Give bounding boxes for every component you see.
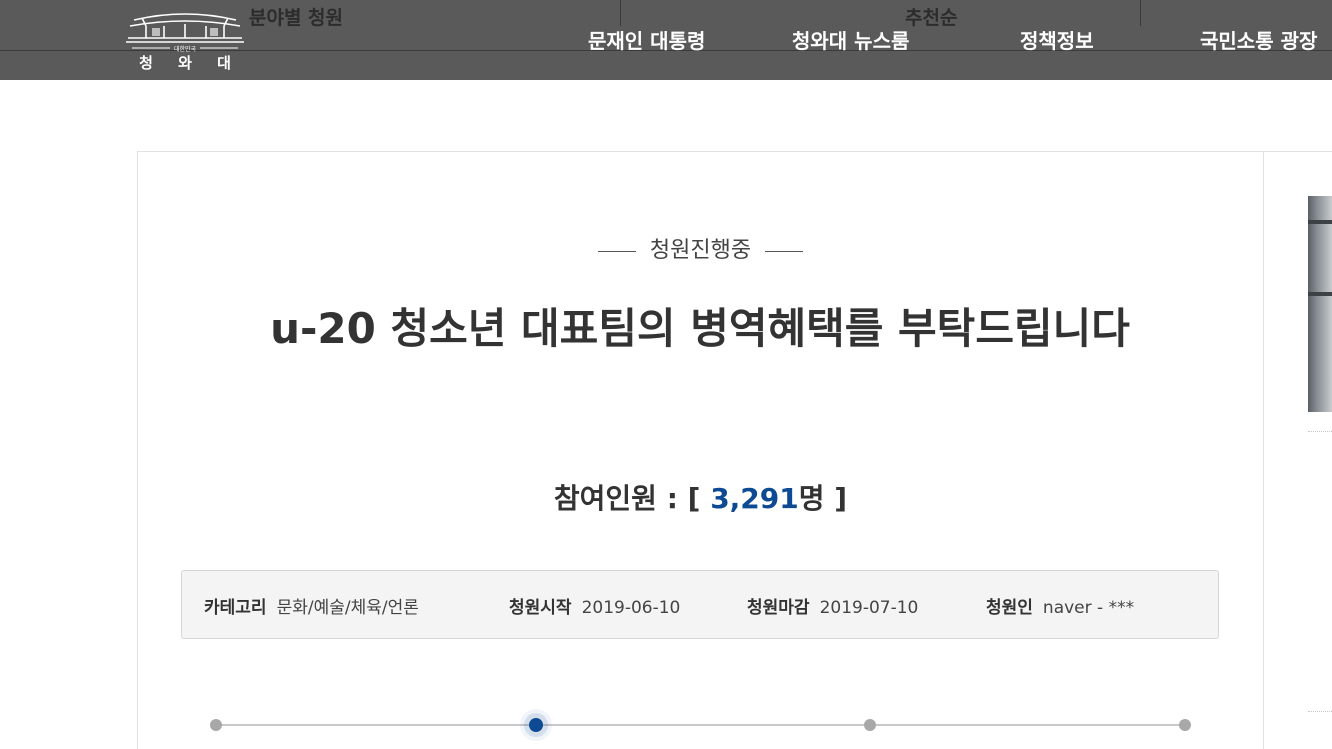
side-banner-image[interactable] [1308, 196, 1332, 412]
participant-count: 참여인원 : [ 3,291명 ] [138, 477, 1263, 517]
top-header: 분야별 청원 추천순 대한민국 청 와 대 문재인 대통령 청와대 뉴스룸 정책… [0, 0, 1332, 80]
blue-house-emblem-icon: 대한민국 [126, 13, 244, 53]
progress-step-3 [864, 719, 876, 731]
side-divider [1308, 431, 1332, 432]
petition-card: 청원진행중 u-20 청소년 대표팀의 병역혜택를 부탁드립니다 참여인원 : … [137, 151, 1264, 749]
count-label: 참여인원 : [ [553, 482, 701, 515]
header-column-divider [620, 0, 621, 26]
nav-newsroom[interactable]: 청와대 뉴스룸 [792, 25, 909, 54]
sort-label[interactable]: 추천순 [905, 3, 957, 30]
status-right-dash [765, 250, 804, 252]
info-end: 청원마감 2019-07-10 [747, 593, 918, 618]
side-divider [1308, 711, 1332, 712]
logo-name: 청 와 대 [139, 54, 241, 72]
info-category-value: 문화/예술/체육/언론 [276, 598, 419, 618]
progress-step-2-active [529, 718, 543, 732]
info-author-label: 청원인 [986, 598, 1033, 618]
petition-status: 청원진행중 [138, 232, 1263, 264]
progress-track [216, 724, 1186, 726]
info-author-value: naver - *** [1042, 598, 1135, 618]
info-end-label: 청원마감 [747, 598, 810, 618]
info-author: 청원인 naver - *** [986, 593, 1134, 618]
progress-step-1 [210, 719, 222, 731]
nav-policy-info[interactable]: 정책정보 [1020, 25, 1094, 54]
petition-title: u-20 청소년 대표팀의 병역혜택를 부탁드립니다 [270, 304, 1130, 353]
side-panel-border [1264, 151, 1332, 152]
nav-president[interactable]: 문재인 대통령 [588, 25, 705, 54]
category-filter-label[interactable]: 분야별 청원 [249, 3, 343, 30]
progress-step-4 [1179, 719, 1191, 731]
image-stripe [1308, 220, 1332, 224]
status-text: 청원진행중 [649, 238, 752, 263]
count-value: 3,291 [710, 482, 799, 515]
info-end-value: 2019-07-10 [819, 598, 919, 618]
info-start-label: 청원시작 [509, 598, 572, 618]
petition-progress [210, 718, 1191, 732]
info-category-label: 카테고리 [204, 598, 267, 618]
header-column-divider [1140, 0, 1141, 26]
info-category: 카테고리 문화/예술/체육/언론 [204, 593, 419, 618]
count-close: ] [824, 482, 848, 515]
info-start: 청원시작 2019-06-10 [509, 593, 680, 618]
nav-public-communication[interactable]: 국민소통 광장 [1200, 25, 1317, 54]
image-stripe [1308, 292, 1332, 296]
info-start-value: 2019-06-10 [581, 598, 681, 618]
status-left-dash [597, 250, 636, 252]
count-unit: 명 [798, 482, 825, 515]
cheongwadae-logo[interactable]: 대한민국 청 와 대 [124, 6, 246, 72]
petition-info-box: 카테고리 문화/예술/체육/언론 청원시작 2019-06-10 청원마감 2019-… [181, 570, 1219, 639]
